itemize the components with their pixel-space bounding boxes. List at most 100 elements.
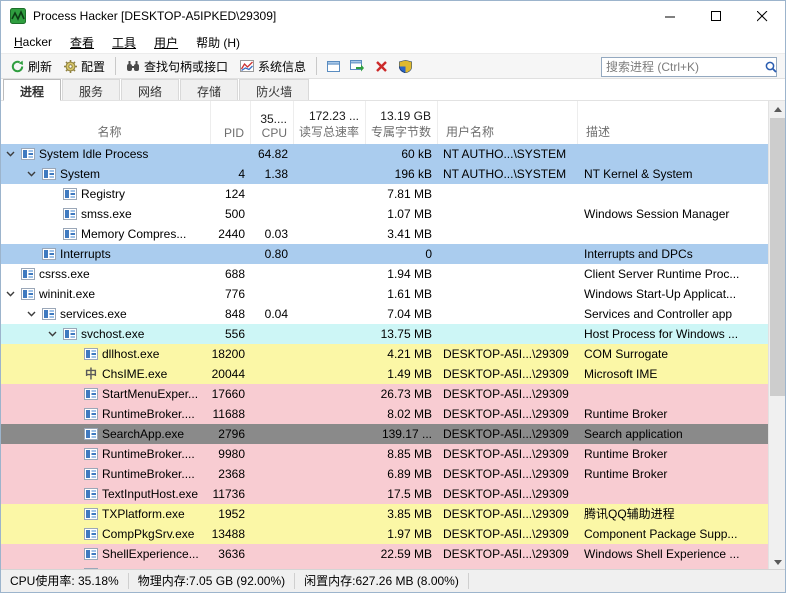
table-row[interactable]: 中 CompPkgSrv.exe 13488 1.97 MB DESKTOP-A… — [1, 524, 770, 544]
process-icon — [19, 148, 37, 160]
table-row[interactable]: 中 csrss.exe 688 1.94 MB Client Server Ru… — [1, 264, 770, 284]
table-row[interactable]: 中 ChsIME.exe 20044 1.49 MB DESKTOP-A5I..… — [1, 364, 770, 384]
process-name: smss.exe — [79, 204, 132, 224]
io-rate-cell — [294, 324, 366, 344]
process-icon — [82, 528, 100, 540]
process-icon — [82, 488, 100, 500]
table-row[interactable]: 中 StartMenuExper... 17660 26.73 MB DESKT… — [1, 384, 770, 404]
table-row[interactable]: 中 services.exe 848 0.04 7.04 MB Services… — [1, 304, 770, 324]
refresh-button[interactable]: 刷新 — [5, 55, 58, 77]
tree-indent — [1, 314, 22, 315]
process-icon — [19, 288, 37, 300]
toolbar: 刷新 配置 查找句柄 — [1, 53, 785, 79]
table-row[interactable]: 中 RuntimeBroker.... 11688 8.02 MB DESKTO… — [1, 404, 770, 424]
find-handles-button[interactable]: 查找句柄或接口 — [120, 55, 234, 77]
process-name: SearchApp.exe — [100, 424, 184, 444]
table-row[interactable]: 中 dllhost.exe 18200 4.21 MB DESKTOP-A5I.… — [1, 344, 770, 364]
menu-hacker[interactable]: Hacker — [5, 33, 61, 51]
table-row[interactable]: 中 svchost.exe 556 13.75 MB Host Process … — [1, 324, 770, 344]
column-header-cpu[interactable]: 35.... CPU — [251, 101, 294, 144]
column-header-private-bytes[interactable]: 13.19 GB 专属字节数 — [366, 101, 438, 144]
tab-network[interactable]: 网络 — [121, 79, 179, 100]
pid-cell: 848 — [211, 304, 251, 324]
tab-processes[interactable]: 进程 — [3, 79, 61, 101]
search-icon[interactable] — [765, 61, 777, 73]
menu-view[interactable]: 查看 — [61, 32, 103, 53]
options-button[interactable]: 配置 — [58, 55, 111, 77]
description-cell — [578, 224, 770, 244]
cpu-cell — [251, 184, 294, 204]
description-cell — [578, 484, 770, 504]
terminate-button[interactable] — [369, 55, 393, 77]
tree-indent — [1, 374, 64, 375]
search-input[interactable] — [602, 59, 765, 75]
cpu-cell: 0.03 — [251, 224, 294, 244]
scroll-up-arrow-icon[interactable] — [769, 101, 786, 118]
user-cell: DESKTOP-A5I...\29309 — [438, 404, 578, 424]
pid-cell: 18200 — [211, 344, 251, 364]
vertical-scrollbar[interactable] — [768, 101, 785, 571]
close-button[interactable] — [739, 1, 785, 31]
table-row[interactable]: 中 Registry 124 7.81 MB — [1, 184, 770, 204]
status-free-memory: 闲置内存:627.26 MB (8.00%) — [295, 573, 469, 589]
user-cell: DESKTOP-A5I...\29309 — [438, 364, 578, 384]
expander-icon[interactable] — [1, 291, 19, 297]
tab-services[interactable]: 服务 — [62, 79, 120, 100]
table-row[interactable]: 中 RuntimeBroker.... 2368 6.89 MB DESKTOP… — [1, 464, 770, 484]
process-name: CompPkgSrv.exe — [100, 524, 194, 544]
maximize-button[interactable] — [693, 1, 739, 31]
minimize-button[interactable] — [647, 1, 693, 31]
description-cell: Client Server Runtime Proc... — [578, 264, 770, 284]
expander-icon[interactable] — [22, 311, 40, 317]
system-info-button[interactable]: 系统信息 — [234, 55, 312, 77]
table-row[interactable]: 中 ShellExperience... 3636 22.59 MB DESKT… — [1, 544, 770, 564]
table-row[interactable]: 中 System 4 1.38 196 kB NT AUTHO...\SYSTE… — [1, 164, 770, 184]
app-logo-icon — [10, 8, 26, 24]
process-name: wininit.exe — [37, 284, 95, 304]
cpu-cell — [251, 364, 294, 384]
window-arrow-icon — [350, 60, 364, 72]
show-details-all-users-button[interactable] — [393, 55, 417, 77]
table-row[interactable]: 中 Interrupts 0.80 0 Interrupts and DPCs — [1, 244, 770, 264]
statusbar: CPU使用率: 35.18% 物理内存:7.05 GB (92.00%) 闲置内… — [1, 569, 785, 592]
open-new-window-button[interactable] — [345, 55, 369, 77]
system-info-label: 系统信息 — [258, 58, 306, 75]
column-header-io-rate[interactable]: 172.23 ... 读写总速率 — [294, 101, 366, 144]
table-header: 名称 PID 35.... CPU 172.23 ... 读写总速率 13.19… — [1, 101, 770, 144]
column-header-pid[interactable]: PID — [211, 101, 251, 144]
table-row[interactable]: 中 Memory Compres... 2440 0.03 3.41 MB — [1, 224, 770, 244]
table-row[interactable]: 中 RuntimeBroker.... 9980 8.85 MB DESKTOP… — [1, 444, 770, 464]
expander-icon[interactable] — [22, 171, 40, 177]
table-row[interactable]: 中 TXPlatform.exe 1952 3.85 MB DESKTOP-A5… — [1, 504, 770, 524]
pid-cell: 556 — [211, 324, 251, 344]
private-bytes-cell: 26.73 MB — [366, 384, 438, 404]
refresh-icon — [11, 60, 24, 73]
user-cell: DESKTOP-A5I...\29309 — [438, 484, 578, 504]
table-row[interactable]: 中 SearchApp.exe 2796 139.17 ... DESKTOP-… — [1, 424, 770, 444]
column-header-description[interactable]: 描述 — [578, 101, 770, 144]
tree-indent — [1, 394, 64, 395]
table-row[interactable]: 中 System Idle Process 64.82 60 kB NT AUT… — [1, 144, 770, 164]
scrollbar-thumb[interactable] — [770, 118, 785, 396]
io-rate-cell — [294, 244, 366, 264]
menu-users[interactable]: 用户 — [145, 32, 187, 53]
table-row[interactable]: 中 TextInputHost.exe 11736 17.5 MB DESKTO… — [1, 484, 770, 504]
expander-icon[interactable] — [43, 331, 61, 337]
always-on-top-button[interactable] — [321, 55, 345, 77]
tab-disk[interactable]: 存储 — [180, 79, 238, 100]
private-bytes-cell: 139.17 ... — [366, 424, 438, 444]
expander-icon[interactable] — [1, 151, 19, 157]
column-header-user[interactable]: 用户名称 — [438, 101, 578, 144]
cpu-cell — [251, 424, 294, 444]
description-cell: COM Surrogate — [578, 344, 770, 364]
table-row[interactable]: 中 wininit.exe 776 1.61 MB Windows Start-… — [1, 284, 770, 304]
menu-help[interactable]: 帮助 (H) — [187, 32, 249, 53]
table-row[interactable]: 中 smss.exe 500 1.07 MB Windows Session M… — [1, 204, 770, 224]
cpu-cell — [251, 464, 294, 484]
pid-cell: 2368 — [211, 464, 251, 484]
column-header-name[interactable]: 名称 — [1, 101, 211, 144]
tab-firewall[interactable]: 防火墙 — [239, 79, 309, 100]
tree-indent — [1, 194, 43, 195]
private-bytes-cell: 1.94 MB — [366, 264, 438, 284]
menu-tools[interactable]: 工具 — [103, 32, 145, 53]
